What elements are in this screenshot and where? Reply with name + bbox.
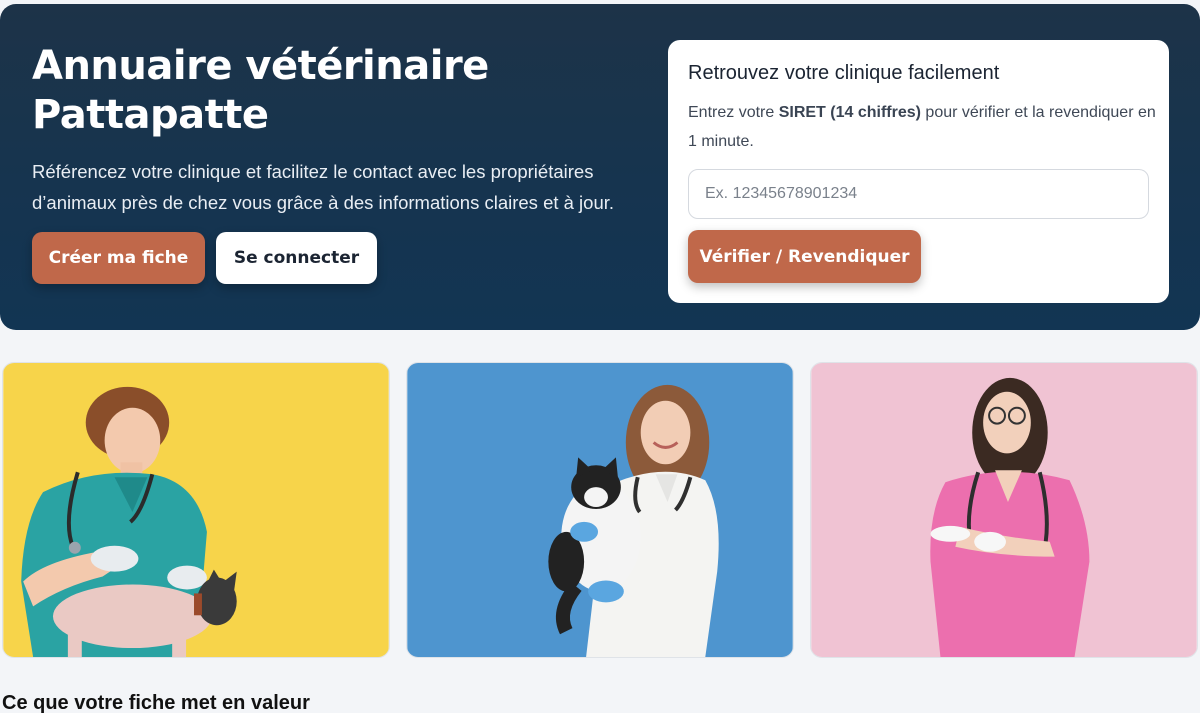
claim-title: Retrouvez votre clinique facilement <box>688 62 1000 84</box>
claim-clinic-card: Retrouvez votre clinique facilement Entr… <box>668 40 1169 303</box>
vet-with-dog-image <box>3 363 389 657</box>
hero-title-line1: Annuaire vétérinaire <box>32 43 489 89</box>
claim-instructions: Entrez votre SIRET (14 chiffres) pour vé… <box>688 98 1158 156</box>
claim-text-before: Entrez votre <box>688 104 779 121</box>
claim-text-siret: SIRET (14 chiffres) <box>778 104 921 121</box>
section-title: Ce que votre fiche met en valeur <box>2 692 310 713</box>
siret-input[interactable] <box>688 169 1149 219</box>
verify-claim-button[interactable]: Vérifier / Revendiquer <box>688 230 921 283</box>
hero-description: Référencez votre clinique et facilitez l… <box>32 161 615 213</box>
photo-vet-pink-scrubs <box>810 362 1198 658</box>
login-button[interactable]: Se connecter <box>216 232 377 284</box>
vet-pink-scrubs-image <box>811 363 1197 657</box>
photo-vet-with-dog <box>2 362 390 658</box>
hero-title-line2: Pattapatte <box>32 92 269 138</box>
hero-banner: Annuaire vétérinaire Pattapatte Référenc… <box>0 4 1200 330</box>
create-listing-button[interactable]: Créer ma fiche <box>32 232 205 284</box>
photo-vet-with-cat <box>406 362 794 658</box>
hero-title: Annuaire vétérinaire Pattapatte <box>32 42 592 140</box>
vet-with-cat-image <box>407 363 793 657</box>
